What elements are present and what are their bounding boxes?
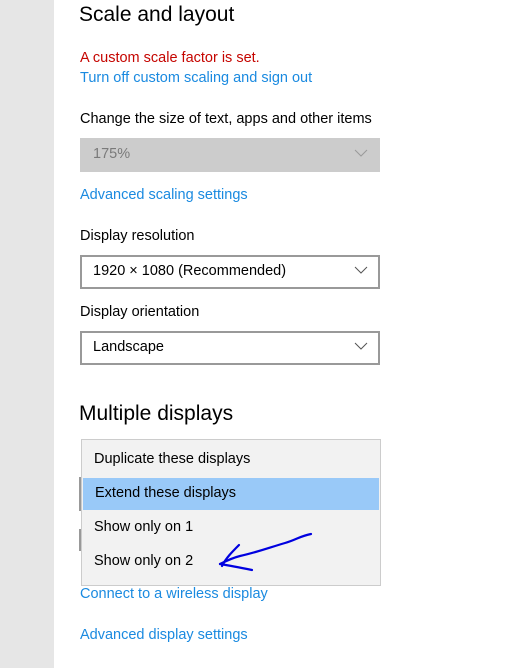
option-label: Extend these displays xyxy=(95,485,237,501)
option-extend[interactable]: Extend these displays xyxy=(83,478,379,510)
option-duplicate[interactable]: Duplicate these displays xyxy=(82,444,380,476)
option-label: Duplicate these displays xyxy=(94,451,251,467)
multiple-displays-heading: Multiple displays xyxy=(79,402,234,425)
scale-dropdown: 175% xyxy=(80,138,380,172)
multiple-displays-dropdown-list[interactable]: Duplicate these displays Extend these di… xyxy=(81,439,381,586)
option-label: Show only on 1 xyxy=(94,519,194,535)
resolution-label: Display resolution xyxy=(80,228,195,244)
orientation-label: Display orientation xyxy=(80,304,200,320)
option-show-only-1[interactable]: Show only on 1 xyxy=(82,512,380,544)
size-label: Change the size of text, apps and other … xyxy=(80,111,372,127)
scale-layout-heading: Scale and layout xyxy=(79,3,235,26)
chevron-down-icon xyxy=(354,342,368,350)
orientation-dropdown[interactable]: Landscape xyxy=(80,331,380,365)
custom-scale-warning: A custom scale factor is set. xyxy=(80,50,260,66)
orientation-value: Landscape xyxy=(93,339,164,355)
option-show-only-2[interactable]: Show only on 2 xyxy=(82,546,380,578)
advanced-scaling-link[interactable]: Advanced scaling settings xyxy=(80,187,248,203)
chevron-down-icon xyxy=(354,149,368,157)
option-label: Show only on 2 xyxy=(94,553,194,569)
chevron-down-icon xyxy=(354,266,368,274)
scale-value: 175% xyxy=(93,146,131,162)
resolution-dropdown[interactable]: 1920 × 1080 (Recommended) xyxy=(80,255,380,289)
left-nav-strip xyxy=(0,0,54,668)
resolution-value: 1920 × 1080 (Recommended) xyxy=(93,263,287,279)
turn-off-custom-scaling-link[interactable]: Turn off custom scaling and sign out xyxy=(80,70,312,86)
advanced-display-settings-link[interactable]: Advanced display settings xyxy=(80,627,248,643)
connect-wireless-display-link[interactable]: Connect to a wireless display xyxy=(80,586,268,602)
